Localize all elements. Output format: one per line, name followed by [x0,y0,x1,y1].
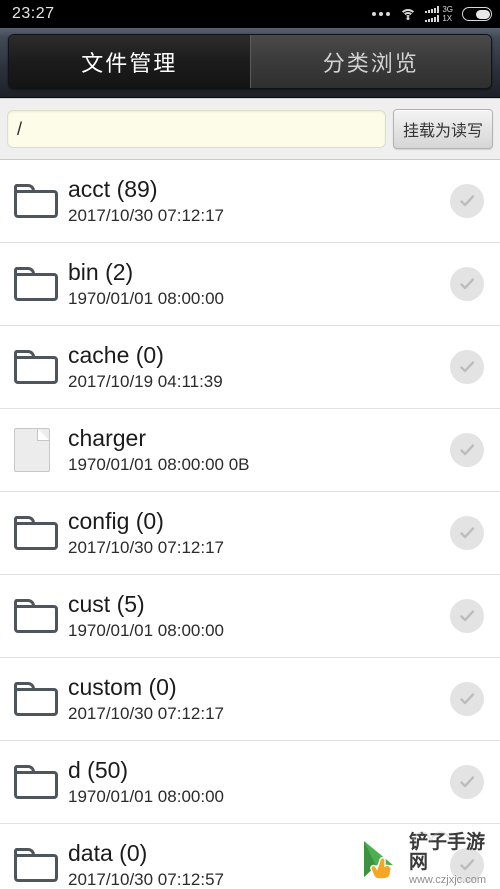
tab-bar: 文件管理 分类浏览 [8,34,492,89]
file-list-item[interactable]: bin (2) 1970/01/01 08:00:00 [0,243,500,326]
tab-bar-container: 文件管理 分类浏览 [0,28,500,98]
file-item-name: acct (89) [68,176,158,202]
tab-category-browse[interactable]: 分类浏览 [249,35,491,88]
path-bar: / 挂载为读写 [0,98,500,160]
file-list-item[interactable]: config (0) 2017/10/30 07:12:17 [0,492,500,575]
status-clock: 23:27 [12,5,55,22]
folder-icon [14,267,68,301]
select-checkmark-icon[interactable] [450,267,484,301]
file-item-meta: 1970/01/01 08:00:00 0B [68,455,250,474]
select-checkmark-icon[interactable] [450,765,484,799]
select-checkmark-icon[interactable] [450,516,484,550]
file-list-item[interactable]: d (50) 1970/01/01 08:00:00 [0,741,500,824]
folder-icon [14,682,68,716]
select-checkmark-icon[interactable] [450,184,484,218]
select-checkmark-icon[interactable] [450,350,484,384]
file-item-meta: 2017/10/30 07:12:17 [68,206,224,225]
tab-file-manager[interactable]: 文件管理 [9,35,250,88]
file-item-text: config (0) 2017/10/30 07:12:17 [68,508,450,558]
more-dots-icon [372,12,391,16]
network-type-primary: 3G [442,4,453,14]
file-item-name: config (0) [68,508,164,534]
app-screen: 23:27 3G 1X 文件管理 分类浏览 / 挂载为读写 acct (89) … [0,0,500,889]
file-item-meta: 1970/01/01 08:00:00 [68,787,224,806]
folder-icon [14,765,68,799]
file-item-name: custom (0) [68,674,177,700]
network-type-secondary: 1X [442,13,453,23]
file-item-name: cache (0) [68,342,164,368]
file-item-meta: 2017/10/30 07:12:17 [68,538,224,557]
file-item-text: acct (89) 2017/10/30 07:12:17 [68,176,450,226]
status-bar: 23:27 3G 1X [0,0,500,28]
file-item-name: bin (2) [68,259,134,285]
file-item-meta: 1970/01/01 08:00:00 [68,621,224,640]
mount-read-write-button[interactable]: 挂载为读写 [392,109,493,149]
folder-icon [14,599,68,633]
file-list-item[interactable]: acct (89) 2017/10/30 07:12:17 [0,160,500,243]
file-item-name: data (0) [68,840,148,866]
file-item-text: charger 1970/01/01 08:00:00 0B [68,425,450,475]
file-list-item[interactable]: data (0) 2017/10/30 07:12:57 [0,824,500,889]
folder-icon [14,184,68,218]
select-checkmark-icon[interactable] [450,682,484,716]
file-icon [14,428,68,472]
file-item-meta: 1970/01/01 08:00:00 [68,289,224,308]
file-item-name: d (50) [68,757,129,783]
status-icons: 3G 1X [372,4,492,23]
select-checkmark-icon[interactable] [450,599,484,633]
file-list-item[interactable]: charger 1970/01/01 08:00:00 0B [0,409,500,492]
folder-icon [14,848,68,882]
folder-icon [14,516,68,550]
file-item-text: cust (5) 1970/01/01 08:00:00 [68,591,450,641]
file-item-text: d (50) 1970/01/01 08:00:00 [68,757,450,807]
file-item-text: cache (0) 2017/10/19 04:11:39 [68,342,450,392]
file-item-text: bin (2) 1970/01/01 08:00:00 [68,259,450,309]
file-item-name: cust (5) [68,591,145,617]
select-checkmark-icon[interactable] [450,848,484,882]
wifi-icon [399,8,417,21]
file-item-meta: 2017/10/30 07:12:17 [68,704,224,723]
file-list-item[interactable]: cache (0) 2017/10/19 04:11:39 [0,326,500,409]
battery-icon [462,7,492,21]
select-checkmark-icon[interactable] [450,433,484,467]
path-input[interactable]: / [7,110,386,148]
file-item-name: charger [68,425,146,451]
file-list-item[interactable]: custom (0) 2017/10/30 07:12:17 [0,658,500,741]
signal-bars-icon: 3G 1X [425,4,453,23]
file-item-meta: 2017/10/30 07:12:57 [68,870,224,889]
file-list[interactable]: acct (89) 2017/10/30 07:12:17 bin (2) 1970/… [0,160,500,889]
file-item-text: custom (0) 2017/10/30 07:12:17 [68,674,450,724]
file-item-meta: 2017/10/19 04:11:39 [68,372,223,391]
folder-icon [14,350,68,384]
file-list-item[interactable]: cust (5) 1970/01/01 08:00:00 [0,575,500,658]
file-item-text: data (0) 2017/10/30 07:12:57 [68,840,450,889]
